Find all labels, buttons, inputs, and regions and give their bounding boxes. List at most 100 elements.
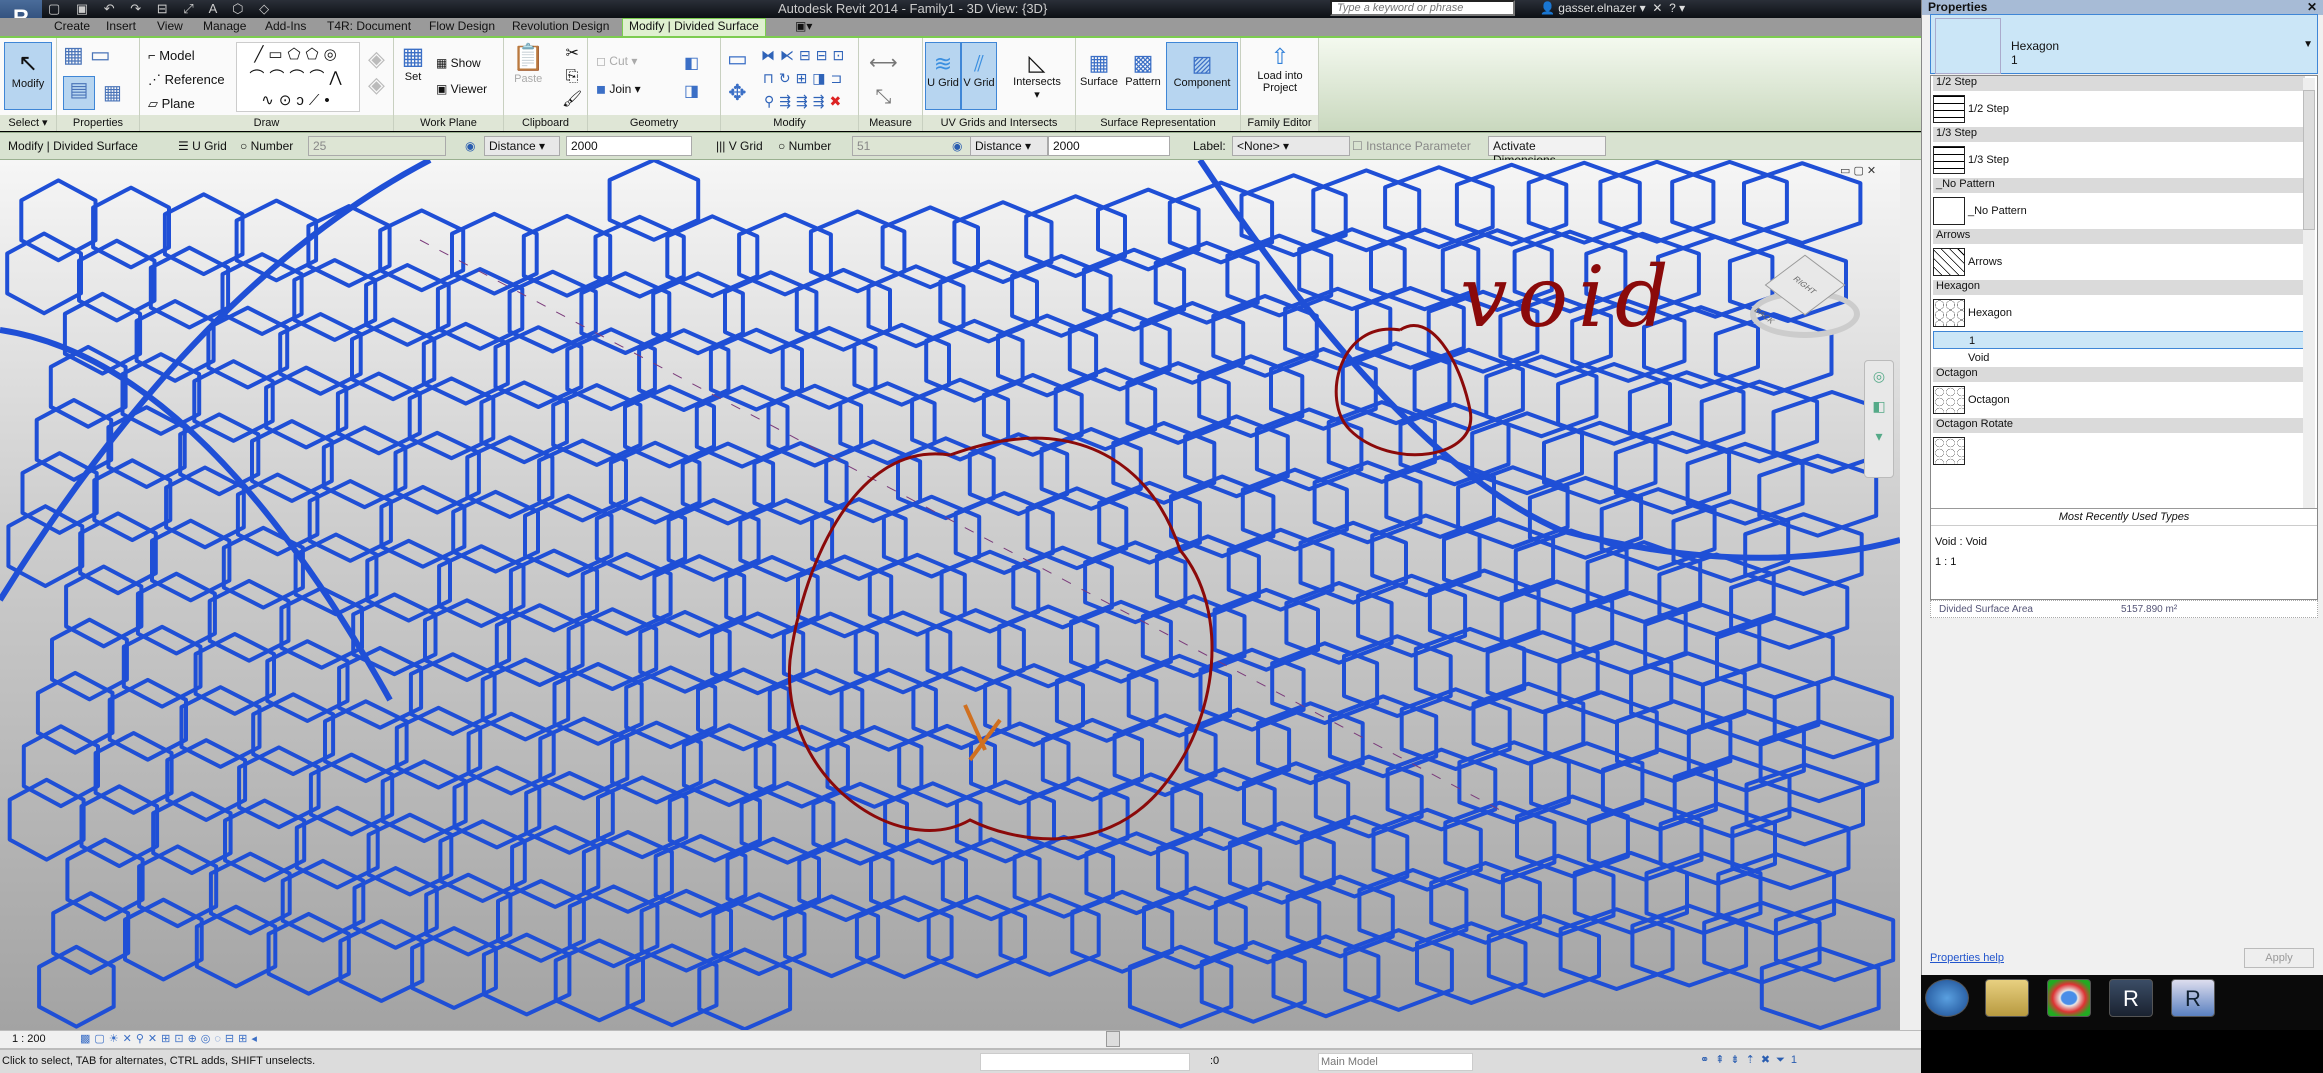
properties-icon[interactable]: ▤ xyxy=(63,76,95,110)
join-geometry-button[interactable]: ◼ Join ▾ xyxy=(596,82,641,96)
v-number-radio[interactable]: ○ Number xyxy=(778,139,831,153)
type-properties-icon[interactable]: ▦ ▭ xyxy=(63,42,111,68)
hex-panel xyxy=(162,192,245,277)
component-toggle[interactable]: ▨ Component xyxy=(1166,42,1238,110)
quick-access-toolbar[interactable]: ▢ ▣ ↶ ↷ ⊟ ⤢ A ⬡ ◇ xyxy=(48,1,275,17)
design-option-select[interactable]: Main Model xyxy=(1318,1053,1473,1071)
tab-insert[interactable]: Insert xyxy=(106,19,136,33)
select-dropdown[interactable]: Select ▾ xyxy=(0,115,56,131)
tab-manage[interactable]: Manage xyxy=(203,19,246,33)
u-distance-radio[interactable]: ◉ xyxy=(465,139,475,153)
pattern-swatch-icon xyxy=(1933,197,1965,225)
model-line-button[interactable]: ⌐ Model xyxy=(148,44,225,68)
view-scale[interactable]: 1 : 200 xyxy=(12,1033,46,1045)
modify-tools-icons[interactable]: ⧓⧔⊟⊟⊡ ⊓↻⊞◨⊐ ⚲⇶⇶⇶✖ xyxy=(761,44,849,113)
type-item[interactable]: Void xyxy=(1933,349,2305,367)
u-grid-toggle[interactable]: ≋ U Grid xyxy=(925,42,961,110)
vertical-scrollbar[interactable] xyxy=(1900,160,1921,1030)
help-search-input[interactable] xyxy=(1330,0,1515,16)
type-family-item[interactable]: 1/2 Step xyxy=(1933,91,2305,127)
u-distance-field[interactable]: 2000 xyxy=(566,136,692,156)
u-number-field[interactable]: 25 xyxy=(308,136,446,156)
tab-add-ins[interactable]: Add-Ins xyxy=(265,19,306,33)
load-into-project-button[interactable]: ⇧ Load into Project xyxy=(1245,42,1315,94)
tab-view[interactable]: View xyxy=(157,19,183,33)
horizontal-scroll-thumb[interactable] xyxy=(1106,1031,1120,1047)
view-window-controls[interactable]: ▭ ▢ ✕ xyxy=(1840,164,1876,177)
viewcube[interactable]: RIGHT BACK xyxy=(1750,250,1860,340)
v-distance-select[interactable]: Distance ▾ xyxy=(970,136,1048,156)
chevron-down-icon[interactable]: ▼ xyxy=(2303,39,2313,50)
paste-button[interactable]: 📋 Paste xyxy=(512,42,544,85)
u-distance-select[interactable]: Distance ▾ xyxy=(484,136,560,156)
type-family-item[interactable]: Arrows xyxy=(1933,244,2305,280)
tab-flow-design[interactable]: Flow Design xyxy=(429,19,495,33)
hex-panel xyxy=(221,525,305,610)
tab-revolution-design[interactable]: Revolution Design xyxy=(512,19,609,33)
pick-lines-icon[interactable]: ◈ ◈ xyxy=(368,46,385,98)
revit-taskbar-icon[interactable]: R xyxy=(2109,979,2153,1017)
type-family-item[interactable]: Octagon xyxy=(1933,382,2305,418)
type-family-item[interactable]: Hexagon xyxy=(1933,295,2305,331)
mru-item[interactable]: 1 : 1 xyxy=(1935,552,2313,572)
instance-parameter-checkbox[interactable]: ☐ Instance Parameter xyxy=(1352,139,1471,153)
revit-taskbar-icon-active[interactable]: R xyxy=(2171,979,2215,1017)
plane-button[interactable]: ▱ Plane xyxy=(148,92,225,116)
user-account[interactable]: 👤 gasser.elnazer ▾ ✕ ? ▾ xyxy=(1540,1,1685,15)
tab-modify-divided-surface[interactable]: Modify | Divided Surface xyxy=(622,18,766,36)
label-select[interactable]: <None> ▾ xyxy=(1232,136,1350,156)
type-group-header: Octagon xyxy=(1933,367,2305,382)
distance-label: Distance xyxy=(489,139,536,153)
align-move-icons[interactable]: ▭ ✥ xyxy=(727,42,748,110)
pattern-button[interactable]: ▩ Pattern xyxy=(1122,42,1164,88)
start-button[interactable] xyxy=(1925,979,1969,1017)
modify-button[interactable]: ↖ Modify xyxy=(4,42,52,110)
tab-t4r-document[interactable]: T4R: Document xyxy=(327,19,411,33)
mru-title: Most Recently Used Types xyxy=(1931,508,2317,525)
hex-panel xyxy=(235,472,320,557)
panel-label: Geometry xyxy=(588,115,720,131)
activate-dimensions-button[interactable]: Activate Dimensions xyxy=(1488,136,1606,167)
navigation-bar[interactable]: ◎ ◧ ▾ xyxy=(1864,360,1894,478)
v-distance-field[interactable]: 2000 xyxy=(1048,136,1170,156)
workset-select[interactable] xyxy=(980,1053,1190,1071)
panel-modify: ▭ ✥ ⧓⧔⊟⊟⊡ ⊓↻⊞◨⊐ ⚲⇶⇶⇶✖ Modify xyxy=(721,38,859,131)
reference-line-button[interactable]: ⋰ Reference xyxy=(148,68,225,92)
type-family-item[interactable]: 1/3 Step xyxy=(1933,142,2305,178)
modify-label: Modify xyxy=(11,78,45,90)
set-workplane-button[interactable]: ▦ Set xyxy=(398,42,428,83)
3d-viewport[interactable]: ▭ ▢ ✕ RIGHT BACK ◎ ◧ ▾ void xyxy=(0,160,1900,1030)
measure-icons[interactable]: ⟷ ⤡ xyxy=(869,46,898,114)
cut-geometry-button[interactable]: ◻ Cut ▾ xyxy=(596,54,637,68)
family-types-icon[interactable]: ▦ xyxy=(103,80,122,105)
draw-shape-gallery[interactable]: ╱▭⬠⬠◎ ⌒⌒⌒⌒⋀ ∿⊙ↄ⟋• xyxy=(236,42,360,112)
v-grid-toggle[interactable]: ⫽ V Grid xyxy=(961,42,997,110)
viewer-button[interactable]: ▣ Viewer xyxy=(436,82,487,96)
surface-button[interactable]: ▦ Surface xyxy=(1078,42,1120,88)
intersects-button[interactable]: ◺ Intersects ▾ xyxy=(1007,42,1067,101)
close-icon[interactable]: ✕ xyxy=(2307,0,2317,14)
dropdown-scrollbar[interactable] xyxy=(2303,78,2315,508)
type-selector[interactable]: Hexagon 1 ▼ xyxy=(1930,14,2318,74)
properties-header: Properties ✕ xyxy=(1922,0,2323,15)
tab-create[interactable]: Create xyxy=(54,19,90,33)
show-workplane-button[interactable]: ▦ Show xyxy=(436,56,481,70)
mru-item[interactable]: Void : Void xyxy=(1935,532,2313,552)
type-family-item[interactable]: _No Pattern xyxy=(1933,193,2305,229)
v-grid-label: ||| V Grid xyxy=(716,139,763,153)
selection-filter-icons[interactable]: ⚭⇞⇟⇡✖⏷1 xyxy=(1700,1053,1803,1067)
view-control-bar: 1 : 200 ▩▢☀✕⚲✕⊞⊡⊕◎◌⊟⊞◂ xyxy=(0,1030,1921,1048)
geometry-tools-icons[interactable]: ◧ ◨ xyxy=(684,50,699,106)
u-number-radio[interactable]: ○ Number xyxy=(240,139,293,153)
view-control-icons[interactable]: ▩▢☀✕⚲✕⊞⊡⊕◎◌⊟⊞◂ xyxy=(80,1032,261,1045)
v-distance-radio[interactable]: ◉ xyxy=(952,139,962,153)
chrome-taskbar-icon[interactable] xyxy=(2047,979,2091,1017)
explorer-taskbar-icon[interactable] xyxy=(1985,979,2029,1017)
properties-help-link[interactable]: Properties help xyxy=(1930,952,2004,964)
type-item[interactable]: 1 xyxy=(1933,331,2305,349)
type-family-item[interactable] xyxy=(1933,433,2305,469)
ribbon-minimize-button[interactable]: ▣▾ xyxy=(795,19,812,33)
scroll-thumb[interactable] xyxy=(2303,90,2315,230)
apply-button[interactable]: Apply xyxy=(2244,948,2314,968)
cut-copy-match-icons[interactable]: ✂ ⎘ 🖌 xyxy=(562,42,582,111)
